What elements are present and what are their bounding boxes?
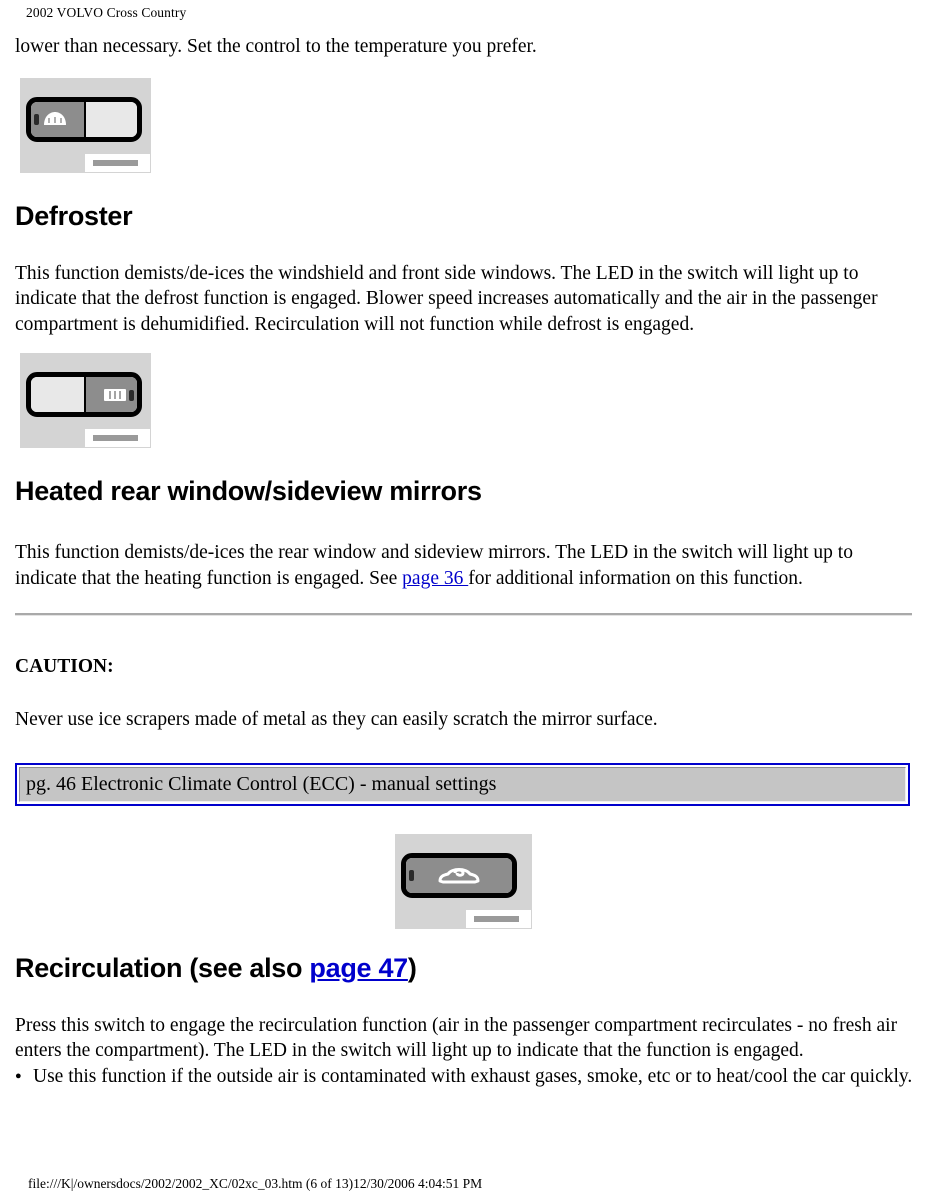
nav-box-ecc-manual-settings[interactable]: pg. 46 Electronic Climate Control (ECC) … — [15, 762, 910, 806]
switch-body — [26, 96, 142, 142]
switch-image — [20, 353, 151, 448]
windshield-defrost-icon — [41, 109, 69, 129]
heated-rear-paragraph: This function demists/de-ices the rear w… — [0, 540, 927, 591]
figure-caption-tab — [466, 909, 531, 928]
link-page-47[interactable]: page 47 — [309, 953, 408, 983]
running-header: 2002 VOLVO Cross Country — [26, 5, 187, 20]
heading-defroster: Defroster — [15, 200, 133, 231]
heading-recirculation-suffix: ) — [407, 952, 417, 983]
caution-text: Never use ice scrapers made of metal as … — [15, 709, 658, 730]
recirculation-bullet-list: Use this function if the outside air is … — [0, 1063, 927, 1089]
switch-divider — [84, 101, 86, 137]
rear-window-defrost-icon — [102, 386, 128, 404]
figure-rear-window-defroster-switch — [0, 353, 927, 448]
heading-recirculation: Recirculation (see also page 47) — [0, 953, 927, 983]
switch-divider — [84, 377, 86, 412]
figure-caption-tab — [85, 429, 150, 447]
switch-half-left — [31, 377, 84, 412]
heated-rear-text-after-link: for additional information on this funct… — [468, 567, 803, 589]
switch-body — [401, 852, 517, 898]
figure-windshield-defroster-switch — [0, 77, 927, 173]
led-indicator — [409, 870, 414, 881]
document-footer-path: file:///K|/ownersdocs/2002/2002_XC/02xc_… — [28, 1176, 483, 1191]
nav-box-label[interactable]: pg. 46 Electronic Climate Control (ECC) … — [19, 766, 906, 802]
list-item: Use this function if the outside air is … — [15, 1063, 915, 1089]
document-page: 2002 VOLVO Cross Country lower than nece… — [0, 0, 927, 1200]
heading-heated-rear-window: Heated rear window/sideview mirrors — [15, 476, 482, 506]
figure-caption-tab — [85, 153, 150, 172]
figure-recirculation-switch — [0, 833, 927, 929]
recirculation-icon — [435, 864, 483, 886]
caution-label: CAUTION: — [15, 656, 114, 677]
switch-image — [395, 833, 532, 929]
link-page-36[interactable]: page 36 — [402, 568, 468, 589]
switch-body — [26, 372, 142, 417]
switch-image — [20, 77, 151, 173]
defroster-paragraph: This function demists/de-ices the windsh… — [15, 262, 878, 335]
led-indicator — [129, 389, 134, 401]
page-content: lower than necessary. Set the control to… — [0, 34, 927, 1089]
heading-recirculation-prefix: Recirculation (see also — [15, 952, 310, 983]
recirculation-paragraph: Press this switch to engage the recircul… — [15, 1014, 898, 1062]
switch-half-right — [84, 101, 137, 137]
lead-paragraph: lower than necessary. Set the control to… — [15, 36, 537, 57]
led-indicator — [34, 114, 39, 125]
